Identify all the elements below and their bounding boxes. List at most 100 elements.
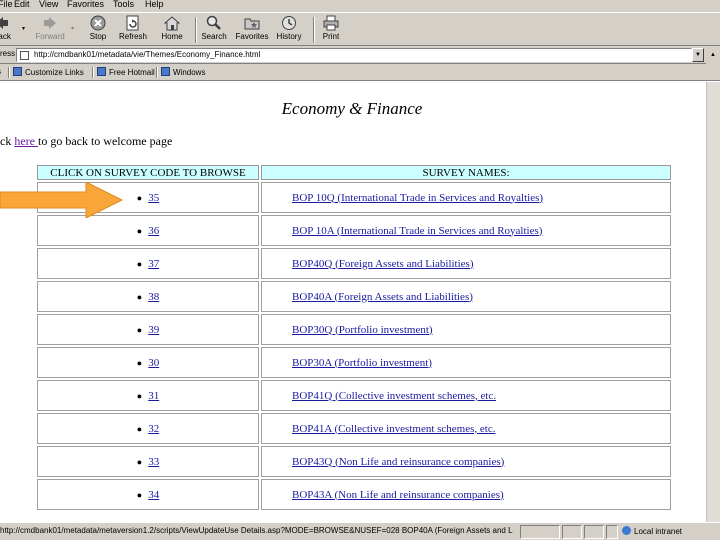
- menu-help[interactable]: Help: [145, 0, 164, 9]
- survey-code-cell: ● 39: [37, 314, 259, 345]
- table-row: ● 30 BOP30A (Portfolio investment): [37, 347, 671, 378]
- survey-code-link[interactable]: 36: [148, 225, 159, 237]
- survey-name-link[interactable]: BOP41Q (Collective investment schemes, e…: [292, 390, 496, 402]
- survey-code-cell: ● 30: [37, 347, 259, 378]
- survey-code-link[interactable]: 31: [148, 390, 159, 402]
- stop-icon: [90, 15, 106, 31]
- history-button[interactable]: History: [269, 15, 309, 45]
- survey-code-link[interactable]: 37: [148, 258, 159, 270]
- home-label: Home: [161, 32, 183, 41]
- back-here-link[interactable]: here: [14, 134, 38, 148]
- survey-name-link[interactable]: BOP 10Q (International Trade in Services…: [292, 192, 543, 204]
- link-page-icon: [161, 67, 170, 76]
- search-icon: [206, 15, 221, 30]
- stop-button[interactable]: Stop: [78, 15, 118, 45]
- header-survey-code: CLICK ON SURVEY CODE TO BROWSE: [37, 165, 259, 180]
- table-row: ● 39 BOP30Q (Portfolio investment): [37, 314, 671, 345]
- survey-name-link[interactable]: BOP43A (Non Life and reinsurance compani…: [292, 489, 504, 501]
- survey-code-link[interactable]: 32: [148, 423, 159, 435]
- link-hotmail[interactable]: Free Hotmail: [97, 67, 155, 77]
- survey-name-cell: BOP40Q (Foreign Assets and Liabilities): [261, 248, 671, 279]
- print-button[interactable]: Print: [311, 15, 351, 45]
- back-button[interactable]: Back: [0, 15, 22, 45]
- survey-name-link[interactable]: BOP43Q (Non Life and reinsurance compani…: [292, 456, 504, 468]
- status-panel: [606, 525, 618, 539]
- links-separator: [156, 67, 158, 78]
- address-dropdown-icon[interactable]: ▼: [692, 48, 704, 62]
- links-separator: [8, 67, 10, 78]
- table-row: ● 36 BOP 10A (International Trade in Servi…: [37, 215, 671, 246]
- status-panel: [584, 525, 604, 539]
- menu-view[interactable]: View: [39, 0, 58, 9]
- security-zone: Local intranet: [622, 526, 682, 536]
- survey-code-link[interactable]: 30: [148, 357, 159, 369]
- survey-name-link[interactable]: BOP41A (Collective investment schemes, e…: [292, 423, 495, 435]
- header-survey-names: SURVEY NAMES:: [261, 165, 671, 180]
- refresh-button[interactable]: Refresh: [113, 15, 153, 45]
- back-arrow-icon: [0, 17, 8, 29]
- back-dropdown-icon[interactable]: ▾: [22, 25, 25, 32]
- forward-dropdown-icon[interactable]: ▾: [71, 25, 74, 32]
- table-header-row: CLICK ON SURVEY CODE TO BROWSE SURVEY NA…: [37, 165, 671, 180]
- survey-name-cell: BOP 10A (International Trade in Services…: [261, 215, 671, 246]
- bullet-icon: ●: [136, 423, 143, 434]
- forward-label: Forward: [35, 32, 65, 41]
- favorites-button[interactable]: Favorites: [232, 15, 272, 45]
- stop-label: Stop: [89, 32, 107, 41]
- bullet-icon: ●: [136, 324, 143, 335]
- bullet-icon: ●: [136, 456, 143, 467]
- favorites-folder-icon: [244, 18, 260, 30]
- survey-name-link[interactable]: BOP 10A (International Trade in Services…: [292, 225, 542, 237]
- survey-name-cell: BOP41Q (Collective investment schemes, e…: [261, 380, 671, 411]
- search-button[interactable]: Search: [194, 15, 234, 45]
- address-url[interactable]: http://cmdbank01/metadata/vie/Themes/Eco…: [34, 50, 260, 59]
- link-page-icon: [97, 67, 106, 76]
- link-windows-label: Windows: [173, 68, 206, 77]
- status-bar: http://cmdbank01/metadata/metaversion1.2…: [0, 522, 720, 540]
- back-to-welcome-line: ck here to go back to welcome page: [0, 134, 172, 149]
- forward-button[interactable]: Forward: [30, 15, 70, 45]
- bullet-icon: ●: [136, 489, 143, 500]
- address-input[interactable]: http://cmdbank01/metadata/vie/Themes/Eco…: [16, 48, 692, 62]
- survey-code-link[interactable]: 34: [148, 489, 159, 501]
- history-icon: [282, 16, 296, 30]
- survey-name-link[interactable]: BOP30Q (Portfolio investment): [292, 324, 433, 336]
- table-row: ● 38 BOP40A (Foreign Assets and Liabilitie…: [37, 281, 671, 312]
- status-url: http://cmdbank01/metadata/metaversion1.2…: [0, 526, 513, 535]
- table-row: ● 34 BOP43A (Non Life and reinsurance comp…: [37, 479, 671, 510]
- survey-name-link[interactable]: BOP40Q (Foreign Assets and Liabilities): [292, 258, 474, 270]
- vertical-scrollbar[interactable]: [706, 82, 720, 522]
- link-customize[interactable]: Customize Links: [13, 67, 84, 77]
- table-row: ● 33 BOP43Q (Non Life and reinsurance comp…: [37, 446, 671, 477]
- survey-code-cell: ● 38: [37, 281, 259, 312]
- forward-arrow-icon: [44, 17, 56, 29]
- menu-file[interactable]: File: [0, 0, 13, 9]
- survey-code-link[interactable]: 39: [148, 324, 159, 336]
- survey-name-cell: BOP43Q (Non Life and reinsurance compani…: [261, 446, 671, 477]
- survey-name-link[interactable]: BOP40A (Foreign Assets and Liabilities): [292, 291, 473, 303]
- page-title-text: Economy & Finance: [281, 99, 423, 118]
- home-icon: [164, 16, 180, 31]
- survey-code-cell: ● 34: [37, 479, 259, 510]
- status-panel: [562, 525, 582, 539]
- survey-name-link[interactable]: BOP30A (Portfolio investment): [292, 357, 432, 369]
- page-icon: [20, 51, 29, 60]
- survey-code-link[interactable]: 33: [148, 456, 159, 468]
- survey-code-link[interactable]: 35: [148, 192, 159, 204]
- menu-favorites[interactable]: Favorites: [67, 0, 104, 9]
- survey-code-link[interactable]: 38: [148, 291, 159, 303]
- menu-bar: File Edit View Favorites Tools Help: [0, 0, 720, 12]
- menu-edit[interactable]: Edit: [14, 0, 30, 9]
- home-button[interactable]: Home: [152, 15, 192, 45]
- link-customize-label: Customize Links: [25, 68, 84, 77]
- survey-name-cell: BOP 10Q (International Trade in Services…: [261, 182, 671, 213]
- survey-name-cell: BOP41A (Collective investment schemes, e…: [261, 413, 671, 444]
- scroll-up-icon[interactable]: ▲: [706, 46, 720, 64]
- menu-tools[interactable]: Tools: [113, 0, 134, 9]
- printer-icon: [323, 15, 339, 31]
- print-label: Print: [322, 32, 340, 41]
- page-title: Economy & Finance: [0, 99, 704, 119]
- link-windows[interactable]: Windows: [161, 67, 205, 77]
- bullet-icon: ●: [136, 258, 143, 269]
- refresh-icon: [126, 15, 139, 31]
